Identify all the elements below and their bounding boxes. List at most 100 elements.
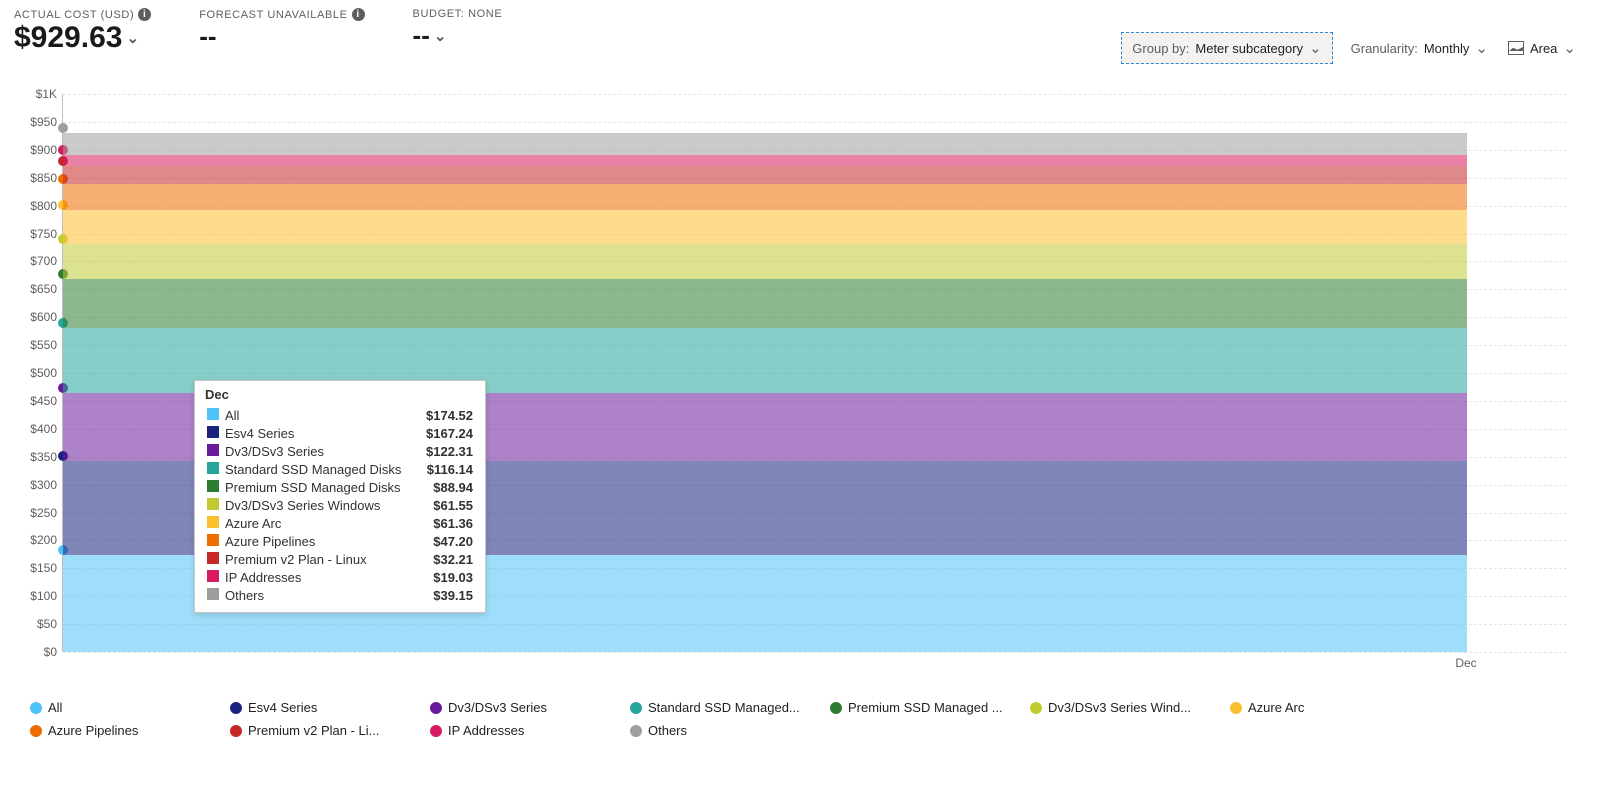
chart-band[interactable] <box>63 166 1467 184</box>
legend-swatch <box>430 702 442 714</box>
legend-swatch <box>1030 702 1042 714</box>
info-icon: i <box>352 8 365 21</box>
y-tick: $0 <box>15 645 57 659</box>
y-tick: $450 <box>15 394 57 408</box>
tooltip-row: Dv3/DSv3 Series$122.31 <box>205 442 475 460</box>
legend-label: IP Addresses <box>448 723 524 738</box>
groupby-value: Meter subcategory <box>1195 41 1303 56</box>
forecast-metric: FORECAST UNAVAILABLE i -- <box>199 8 364 52</box>
chevron-down-icon: ⌄ <box>1309 39 1322 57</box>
actual-cost-metric[interactable]: ACTUAL COST (USD) i $929.63 ⌄ <box>14 8 151 55</box>
legend-label: Standard SSD Managed... <box>648 700 800 715</box>
actual-cost-value: $929.63 <box>14 21 122 55</box>
legend-swatch <box>630 702 642 714</box>
legend-swatch <box>830 702 842 714</box>
chart-band[interactable] <box>63 279 1467 329</box>
tooltip-row: Azure Arc$61.36 <box>205 514 475 532</box>
chevron-down-icon: ⌄ <box>126 29 139 47</box>
legend-item[interactable]: Others <box>630 723 830 738</box>
chevron-down-icon: ⌄ <box>434 27 447 45</box>
tooltip-row: Azure Pipelines$47.20 <box>205 532 475 550</box>
budget-label: BUDGET: NONE <box>413 8 503 20</box>
y-tick: $400 <box>15 422 57 436</box>
y-tick: $650 <box>15 282 57 296</box>
legend-label: Esv4 Series <box>248 700 317 715</box>
legend-item[interactable]: IP Addresses <box>430 723 630 738</box>
legend-item[interactable]: Azure Pipelines <box>30 723 230 738</box>
granularity-value: Monthly <box>1424 41 1470 56</box>
legend-label: All <box>48 700 62 715</box>
legend-item[interactable]: Esv4 Series <box>230 700 430 715</box>
chart-band[interactable] <box>63 184 1467 210</box>
chart-band[interactable] <box>63 133 1467 155</box>
forecast-value: -- <box>199 21 216 52</box>
chevron-down-icon: ⌄ <box>1563 39 1576 57</box>
legend-label: Azure Pipelines <box>48 723 138 738</box>
y-tick: $200 <box>15 533 57 547</box>
legend-swatch <box>30 725 42 737</box>
tooltip-row: Premium SSD Managed Disks$88.94 <box>205 478 475 496</box>
budget-metric[interactable]: BUDGET: NONE -- ⌄ <box>413 8 503 51</box>
y-tick: $750 <box>15 227 57 241</box>
y-tick: $600 <box>15 310 57 324</box>
groupby-dropdown[interactable]: Group by: Meter subcategory ⌄ <box>1121 32 1332 64</box>
legend-label: Premium SSD Managed ... <box>848 700 1003 715</box>
y-tick: $50 <box>15 617 57 631</box>
legend-swatch <box>1230 702 1242 714</box>
chart-legend: All Esv4 Series Dv3/DSv3 Series Standard SS… <box>30 696 1578 742</box>
y-tick: $800 <box>15 199 57 213</box>
y-tick: $950 <box>15 115 57 129</box>
area-chart-icon <box>1508 41 1524 55</box>
y-tick: $250 <box>15 506 57 520</box>
legend-swatch <box>630 725 642 737</box>
legend-item[interactable]: Azure Arc <box>1230 700 1430 715</box>
cost-stacked-area-chart[interactable]: $0$50$100$150$200$250$300$350$400$450$50… <box>62 94 1567 652</box>
groupby-label: Group by: <box>1132 41 1189 56</box>
charttype-value: Area <box>1530 41 1557 56</box>
legend-swatch <box>430 725 442 737</box>
legend-swatch <box>230 702 242 714</box>
chevron-down-icon: ⌄ <box>1475 39 1488 57</box>
tooltip-row: All$174.52 <box>205 406 475 424</box>
tooltip-row: IP Addresses$19.03 <box>205 568 475 586</box>
y-tick: $100 <box>15 589 57 603</box>
actual-cost-label: ACTUAL COST (USD) <box>14 9 134 21</box>
legend-item[interactable]: All <box>30 700 230 715</box>
y-tick: $900 <box>15 143 57 157</box>
budget-value: -- <box>413 20 430 51</box>
legend-label: Premium v2 Plan - Li... <box>248 723 380 738</box>
series-marker <box>58 123 68 133</box>
y-tick: $700 <box>15 254 57 268</box>
legend-item[interactable]: Dv3/DSv3 Series Wind... <box>1030 700 1230 715</box>
granularity-dropdown[interactable]: Granularity: Monthly ⌄ <box>1349 35 1490 61</box>
y-tick: $1K <box>15 87 57 101</box>
y-tick: $350 <box>15 450 57 464</box>
chart-band[interactable] <box>63 210 1467 244</box>
y-tick: $150 <box>15 561 57 575</box>
tooltip-row: Esv4 Series$167.24 <box>205 424 475 442</box>
chart-band[interactable] <box>63 155 1467 166</box>
tooltip-row: Dv3/DSv3 Series Windows$61.55 <box>205 496 475 514</box>
chart-tooltip: DecAll$174.52Esv4 Series$167.24Dv3/DSv3 … <box>194 380 486 613</box>
tooltip-row: Others$39.15 <box>205 586 475 604</box>
legend-label: Dv3/DSv3 Series <box>448 700 547 715</box>
tooltip-row: Standard SSD Managed Disks$116.14 <box>205 460 475 478</box>
y-tick: $300 <box>15 478 57 492</box>
info-icon: i <box>138 8 151 21</box>
legend-item[interactable]: Standard SSD Managed... <box>630 700 830 715</box>
tooltip-row: Premium v2 Plan - Linux$32.21 <box>205 550 475 568</box>
legend-item[interactable]: Premium SSD Managed ... <box>830 700 1030 715</box>
charttype-dropdown[interactable]: Area ⌄ <box>1506 35 1578 61</box>
legend-swatch <box>30 702 42 714</box>
legend-item[interactable]: Premium v2 Plan - Li... <box>230 723 430 738</box>
legend-label: Dv3/DSv3 Series Wind... <box>1048 700 1191 715</box>
y-tick: $550 <box>15 338 57 352</box>
legend-label: Others <box>648 723 687 738</box>
x-tick: Dec <box>1455 656 1476 670</box>
chart-band[interactable] <box>63 244 1467 278</box>
y-tick: $500 <box>15 366 57 380</box>
legend-label: Azure Arc <box>1248 700 1304 715</box>
forecast-label: FORECAST UNAVAILABLE <box>199 9 347 21</box>
legend-item[interactable]: Dv3/DSv3 Series <box>430 700 630 715</box>
granularity-label: Granularity: <box>1351 41 1418 56</box>
